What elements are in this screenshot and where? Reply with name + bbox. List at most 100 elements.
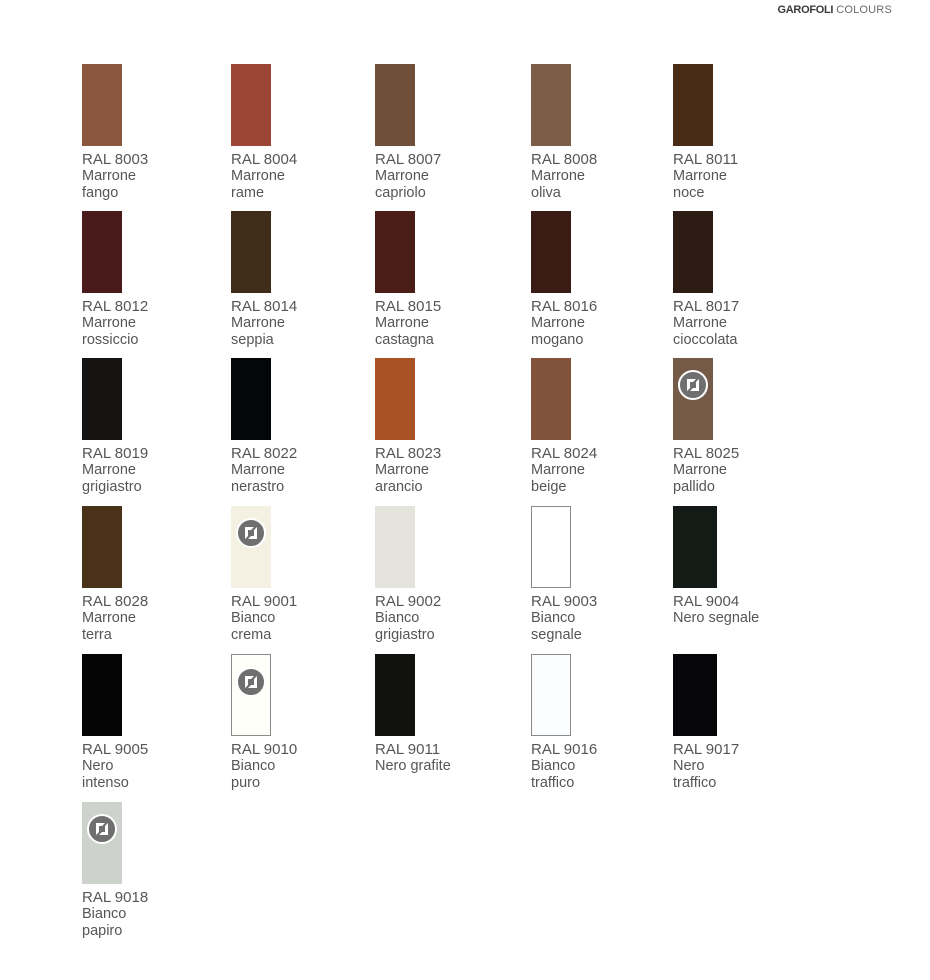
colour-swatch [531,358,571,440]
colour-swatch [82,64,122,146]
colour-swatch [375,64,415,146]
colour-swatch-card: RAL 9016 Bianco traffico [531,654,681,791]
colour-swatch-card: RAL 9018 Bianco papiro [82,802,232,939]
colour-swatch [375,211,415,293]
ral-code: RAL 8008 [531,151,598,168]
ral-code: RAL 8015 [375,298,442,315]
colour-name: Marrone pallido [673,462,727,495]
ral-code: RAL 9004 [673,593,740,610]
ral-code: RAL 9010 [231,741,298,758]
colour-swatch-card: RAL 9005 Nero intenso [82,654,232,791]
colour-swatch [531,211,571,293]
colour-name: Bianco traffico [531,758,576,791]
colour-name: Marrone rossiccio [82,315,139,348]
ral-code: RAL 9001 [231,593,298,610]
colour-swatch-card: RAL 9010 Bianco puro [231,654,381,791]
colour-swatch-card: RAL 9004 Nero segnale [673,506,823,627]
colour-swatch-card: RAL 8016 Marrone mogano [531,211,681,348]
ral-code: RAL 8003 [82,151,149,168]
ral-code: RAL 8028 [82,593,149,610]
ral-code: RAL 9017 [673,741,740,758]
ral-code: RAL 8024 [531,445,598,462]
ral-code: RAL 9002 [375,593,442,610]
colour-swatch-card: RAL 9002 Bianco grigiastro [375,506,525,643]
colour-name: Marrone fango [82,168,136,201]
colour-name: Bianco papiro [82,906,127,939]
ral-code: RAL 9011 [375,741,441,758]
colour-swatch [82,802,122,884]
colour-swatch-card: RAL 8023 Marrone arancio [375,358,525,495]
certified-finish-icon [678,370,708,400]
colour-swatch [375,506,415,588]
page-header: GAROFOLI COLOURS [778,4,892,16]
colour-swatch-card: RAL 9017 Nero traffico [673,654,823,791]
ral-code: RAL 9016 [531,741,598,758]
colour-swatch [673,64,713,146]
ral-code: RAL 8025 [673,445,740,462]
colour-swatch-card: RAL 8012 Marrone rossiccio [82,211,232,348]
colour-name: Marrone seppia [231,315,285,348]
colour-name: Marrone castagna [375,315,434,348]
colour-name: Nero traffico [673,758,717,791]
ral-code: RAL 8017 [673,298,740,315]
ral-code: RAL 9018 [82,889,149,906]
colour-swatch [82,358,122,440]
colour-swatch [531,506,571,588]
ral-code: RAL 8004 [231,151,298,168]
colour-swatch [673,654,717,736]
certified-finish-icon [87,814,117,844]
colour-swatch [231,654,271,736]
colour-name: Bianco crema [231,610,276,643]
colour-swatch [82,654,122,736]
colour-swatch [231,506,271,588]
colour-swatch [375,654,415,736]
ral-code: RAL 8019 [82,445,149,462]
ral-code: RAL 8014 [231,298,298,315]
colour-name: Marrone rame [231,168,285,201]
colour-swatch [375,358,415,440]
colour-swatch [82,506,122,588]
colour-swatch-card: RAL 8024 Marrone beige [531,358,681,495]
colour-swatch-card: RAL 8015 Marrone castagna [375,211,525,348]
colour-swatch [673,358,713,440]
colour-swatch-card: RAL 8022 Marrone nerastro [231,358,381,495]
ral-code: RAL 8023 [375,445,442,462]
ral-code: RAL 8007 [375,151,442,168]
colour-name: Marrone oliva [531,168,585,201]
colour-name: Bianco segnale [531,610,582,643]
colour-name: Marrone noce [673,168,727,201]
colour-swatch [531,64,571,146]
colour-name: Nero intenso [82,758,129,791]
colour-swatch-card: RAL 8004 Marrone rame [231,64,381,201]
colour-swatch-card: RAL 9003 Bianco segnale [531,506,681,643]
colour-name: Marrone nerastro [231,462,285,495]
brand-subtitle: COLOURS [836,4,892,16]
colour-name: Marrone capriolo [375,168,429,201]
colour-swatch-card: RAL 8011 Marrone noce [673,64,823,201]
colour-swatch [673,211,713,293]
colour-name: Marrone beige [531,462,585,495]
colour-swatch-card: RAL 8019 Marrone grigiastro [82,358,232,495]
colour-name: Bianco puro [231,758,276,791]
colour-swatch [231,64,271,146]
colour-name: Bianco grigiastro [375,610,435,643]
colour-swatch-card: RAL 9001 Bianco crema [231,506,381,643]
colour-swatch-card: RAL 8003 Marrone fango [82,64,232,201]
colour-swatch [231,358,271,440]
colour-name: Marrone arancio [375,462,429,495]
ral-code: RAL 8011 [673,151,739,168]
colour-name: Nero grafite [375,758,451,774]
colour-swatch-card: RAL 8017 Marrone cioccolata [673,211,823,348]
colour-swatch-card: RAL 8014 Marrone seppia [231,211,381,348]
ral-code: RAL 9003 [531,593,598,610]
ral-code: RAL 8022 [231,445,298,462]
ral-code: RAL 8012 [82,298,149,315]
colour-name: Nero segnale [673,610,760,626]
brand-name: GAROFOLI [777,4,834,16]
ral-code: RAL 9005 [82,741,149,758]
colour-name: Marrone grigiastro [82,462,142,495]
colour-swatch-card: RAL 8007 Marrone capriolo [375,64,525,201]
colour-swatch-card: RAL 9011 Nero grafite [375,654,525,775]
colour-name: Marrone cioccolata [673,315,738,348]
colour-swatch [531,654,571,736]
